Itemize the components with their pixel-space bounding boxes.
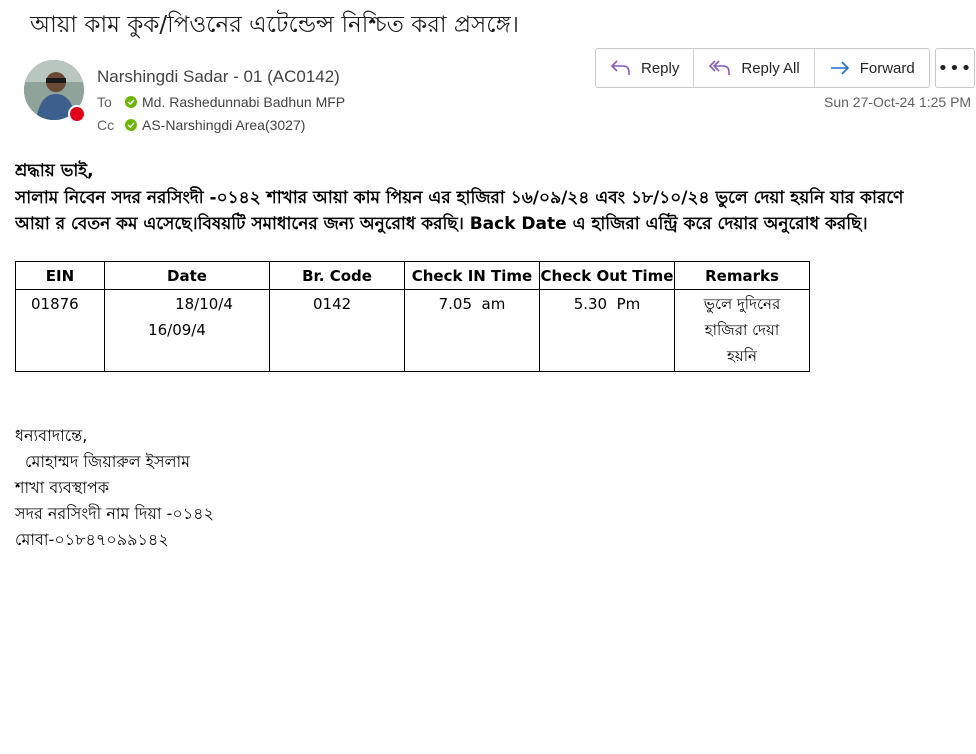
message-date: Sun 27-Oct-24 1:25 PM (824, 94, 972, 110)
sender-name[interactable]: Narshingdi Sadar - 01 (AC0142) (97, 67, 340, 87)
reply-all-icon (709, 60, 731, 75)
body-line-1: সালাম নিবেন সদর নরসিংদী -০১৪২ শাখার আয়া… (15, 188, 904, 208)
cell-date: 18/10/4 16/09/4 (104, 289, 270, 372)
attendance-table: EIN Date Br. Code Check IN Time Check Ou… (15, 261, 810, 372)
header-remarks: Remarks (674, 261, 810, 290)
signature-line-1: ধন্যবাদান্তে, (15, 426, 88, 445)
message-actions: Reply Reply All Forward (595, 48, 930, 88)
reply-button[interactable]: Reply (596, 49, 695, 87)
more-actions-button[interactable]: ••• (935, 48, 975, 88)
header-ein: EIN (15, 261, 105, 290)
reply-all-label: Reply All (741, 59, 800, 77)
header-check-in: Check IN Time (404, 261, 540, 290)
forward-label: Forward (859, 59, 915, 77)
greeting: শ্রদ্ধায় ভাই, (15, 161, 94, 181)
table-header-row: EIN Date Br. Code Check IN Time Check Ou… (15, 261, 810, 290)
signature-line-5: মোবা-০১৮৪৭০৯৯১৪২ (15, 530, 169, 549)
cell-ein: 01876 (15, 289, 105, 372)
to-recipient[interactable]: Md. Rashedunnabi Badhun MFP (142, 94, 345, 110)
table-row: 01876 18/10/4 16/09/4 0142 7.05 am 5.30 … (15, 289, 810, 372)
cc-label: Cc (97, 117, 115, 133)
signature-line-4: সদর নরসিংদী নাম দিয়া -০১৪২ (15, 504, 214, 523)
date-1: 18/10/4 (175, 295, 233, 313)
forward-button[interactable]: Forward (815, 49, 929, 87)
remarks-line-1: ভুলে দুদিনের (703, 295, 781, 313)
presence-busy-icon (68, 105, 86, 123)
header-date: Date (104, 261, 270, 290)
reply-all-button[interactable]: Reply All (694, 49, 815, 87)
to-label: To (97, 94, 112, 110)
signature-line-3: শাখা ব্যবস্থাপক (15, 478, 110, 497)
email-subject: আয়া কাম কুক/পিওনের এটেন্ডেন্স নিশ্চিত ক… (30, 12, 519, 38)
to-row: To Md. Rashedunnabi Badhun MFP (97, 92, 345, 112)
cc-row: Cc AS-Narshingdi Area(3027) (97, 115, 305, 135)
available-status-icon (125, 119, 137, 131)
date-2: 16/09/4 (148, 321, 206, 339)
available-status-icon (125, 96, 137, 108)
forward-icon (830, 61, 849, 75)
header-check-out: Check Out Time (539, 261, 675, 290)
reply-icon (610, 60, 630, 75)
cc-recipient[interactable]: AS-Narshingdi Area(3027) (142, 117, 305, 133)
reply-label: Reply (641, 59, 680, 77)
cell-br-code: 0142 (269, 289, 405, 372)
remarks-line-3: হয়নি (727, 347, 757, 365)
remarks-line-2: হাজিরা দেয়া (704, 321, 780, 339)
cell-check-in: 7.05 am (404, 289, 540, 372)
signature-line-2: মোহাম্মদ জিয়ারুল ইসলাম (25, 452, 191, 471)
cell-remarks: ভুলে দুদিনের হাজিরা দেয়া হয়নি (674, 289, 810, 372)
body-line-2: আয়া র বেতন কম এসেছে।বিষয়টি সমাধানের জন… (15, 214, 868, 234)
cell-check-out: 5.30 Pm (539, 289, 675, 372)
header-br-code: Br. Code (269, 261, 405, 290)
